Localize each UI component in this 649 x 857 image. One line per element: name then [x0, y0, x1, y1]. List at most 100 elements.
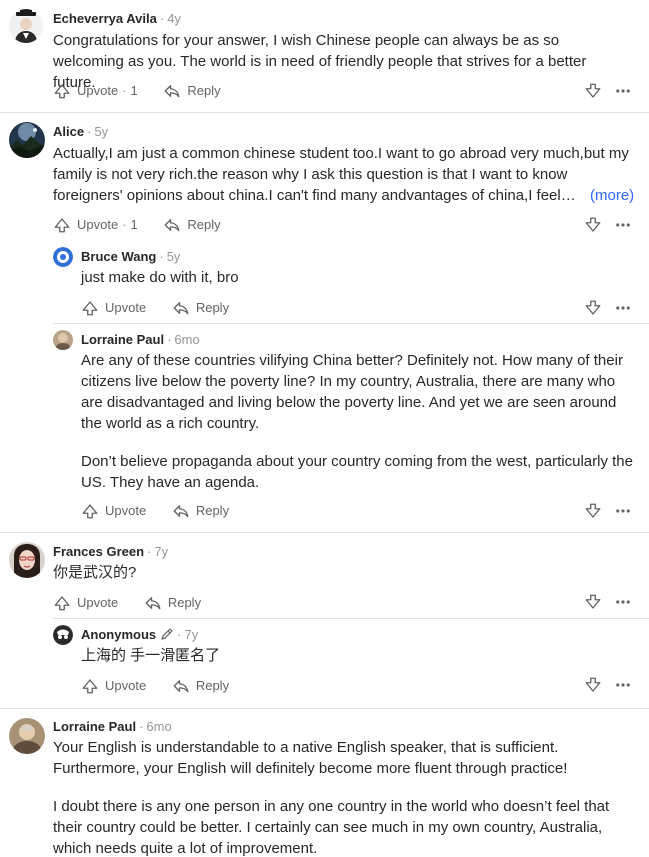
author-name[interactable]: Bruce Wang: [81, 249, 156, 264]
reply-button[interactable]: Reply: [163, 79, 221, 103]
reply-divider: [53, 323, 649, 324]
timestamp[interactable]: 6mo: [174, 332, 199, 347]
comment-tools: [584, 499, 632, 523]
more-options-button[interactable]: [602, 82, 632, 100]
comment-tools: [584, 673, 632, 697]
separator-dot: ·: [159, 11, 165, 26]
comment-tools: [584, 590, 632, 614]
reply-label: Reply: [195, 678, 230, 693]
reply-button[interactable]: Reply: [172, 674, 229, 698]
more-options-button[interactable]: [602, 593, 632, 611]
reply-label: Reply: [187, 217, 221, 232]
upvote-button[interactable]: Upvote: [53, 591, 118, 615]
avatar[interactable]: [53, 247, 73, 267]
reply-divider: [53, 618, 649, 619]
comment-header: Alice · 5y: [53, 123, 108, 141]
upvote-count: 1: [130, 217, 138, 232]
more-dots-icon: [614, 502, 632, 520]
downvote-button[interactable]: [584, 502, 602, 520]
downvote-arrow-icon: [584, 676, 602, 694]
comment-tools: [584, 296, 632, 320]
author-name[interactable]: Lorraine Paul: [81, 332, 164, 347]
downvote-button[interactable]: [584, 216, 602, 234]
author-name[interactable]: Anonymous: [81, 627, 156, 642]
timestamp[interactable]: 4y: [167, 11, 181, 26]
comment-actions: Upvote Reply: [81, 296, 251, 320]
comment-text: Your English is understandable to a nati…: [53, 737, 633, 857]
timestamp[interactable]: 5y: [94, 124, 108, 139]
separator-dot: ·: [159, 249, 164, 264]
avatar[interactable]: [53, 330, 73, 350]
upvote-label: Upvote: [105, 503, 147, 518]
comment-header: Anonymous · 7y: [81, 626, 198, 644]
timestamp[interactable]: 7y: [154, 544, 168, 559]
avatar[interactable]: [9, 542, 45, 578]
author-name[interactable]: Frances Green: [53, 544, 144, 559]
upvote-label: Upvote: [105, 300, 147, 315]
more-options-button[interactable]: [602, 299, 632, 317]
reply-button[interactable]: Reply: [172, 499, 229, 523]
downvote-button[interactable]: [584, 299, 602, 317]
more-link[interactable]: (more): [576, 185, 635, 206]
author-name[interactable]: Alice: [53, 124, 84, 139]
reply-button[interactable]: Reply: [172, 296, 229, 320]
downvote-button[interactable]: [584, 82, 602, 100]
reply-arrow-icon: [163, 216, 181, 234]
downvote-button[interactable]: [584, 676, 602, 694]
pencil-icon: [161, 628, 173, 640]
separator-dot: ·: [122, 217, 127, 232]
more-options-button[interactable]: [602, 676, 632, 694]
comment-header: Echeverrya Avila · 4y: [53, 10, 181, 28]
upvote-arrow-icon: [81, 299, 99, 317]
comment-text: Are any of these countries vilifying Chi…: [81, 350, 633, 493]
downvote-arrow-icon: [584, 82, 602, 100]
downvote-arrow-icon: [584, 593, 602, 611]
comment-echeverrya-avila: Echeverrya Avila · 4y Congratulations for …: [0, 0, 649, 112]
upvote-button[interactable]: Upvote: [81, 499, 146, 523]
more-dots-icon: [614, 82, 632, 100]
downvote-arrow-icon: [584, 502, 602, 520]
more-dots-icon: [614, 216, 632, 234]
upvote-button[interactable]: Upvote · 1: [53, 213, 138, 237]
paragraph: Don’t believe propaganda about your coun…: [81, 453, 633, 491]
separator-dot: ·: [177, 627, 182, 642]
separator-dot: ·: [139, 719, 144, 734]
upvote-button[interactable]: Upvote: [81, 296, 146, 320]
upvote-button[interactable]: Upvote: [81, 674, 146, 698]
avatar[interactable]: [9, 122, 45, 158]
reply-label: Reply: [195, 300, 230, 315]
timestamp[interactable]: 6mo: [146, 719, 171, 734]
timestamp[interactable]: 7y: [184, 627, 198, 642]
comment-text: Actually,I am just a common chinese stud…: [53, 145, 629, 204]
timestamp[interactable]: 5y: [167, 249, 181, 264]
avatar[interactable]: [53, 625, 73, 645]
reply-label: Reply: [187, 83, 221, 98]
comment-header: Frances Green · 7y: [53, 543, 168, 561]
more-options-button[interactable]: [602, 216, 632, 234]
comment-lorraine-paul: Lorraine Paul · 6mo Your English is unders…: [0, 709, 649, 857]
upvote-label: Upvote: [77, 217, 119, 232]
avatar[interactable]: [9, 718, 45, 754]
author-name[interactable]: Lorraine Paul: [53, 719, 136, 734]
separator-dot: ·: [167, 332, 172, 347]
upvote-label: Upvote: [105, 678, 147, 693]
comment-actions: Upvote Reply: [81, 499, 251, 523]
reply-label: Reply: [167, 595, 202, 610]
comment-tools: [584, 79, 632, 103]
upvote-arrow-icon: [81, 677, 99, 695]
avatar[interactable]: [9, 9, 43, 43]
more-dots-icon: [614, 676, 632, 694]
reply-button[interactable]: Reply: [163, 213, 221, 237]
upvote-arrow-icon: [53, 594, 71, 612]
downvote-button[interactable]: [584, 593, 602, 611]
more-options-button[interactable]: [602, 502, 632, 520]
paragraph: Are any of these countries vilifying Chi…: [81, 352, 623, 432]
comment-header: Lorraine Paul · 6mo: [81, 331, 200, 349]
paragraph: Your English is understandable to a nati…: [53, 739, 568, 777]
reply-button[interactable]: Reply: [144, 591, 201, 615]
comment-actions: Upvote Reply: [81, 674, 251, 698]
upvote-button[interactable]: Upvote · 1: [53, 79, 138, 103]
author-name[interactable]: Echeverrya Avila: [53, 11, 157, 26]
comment-alice: Alice · 5y Actually,I am just a common chi…: [0, 113, 649, 533]
comment-header: Bruce Wang · 5y: [81, 248, 180, 266]
